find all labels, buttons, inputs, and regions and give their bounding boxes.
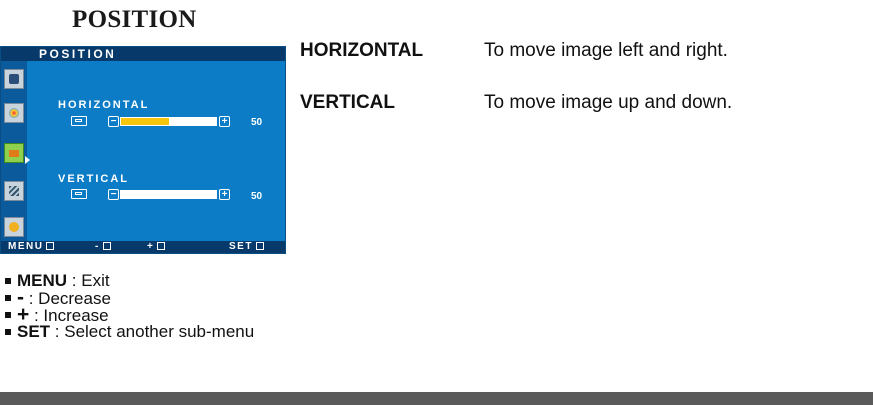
color-icon[interactable]	[4, 103, 24, 123]
footer-minus-button[interactable]: -	[95, 241, 111, 253]
osd-horizontal-label: HORIZONTAL	[58, 99, 150, 111]
legend-key: MENU	[17, 271, 68, 290]
osd-sidebar	[1, 61, 30, 241]
footer-set-label: SET	[229, 241, 253, 252]
decrease-icon[interactable]: −	[108, 189, 119, 200]
bullet-icon	[5, 295, 11, 301]
horizontal-position-icon	[71, 116, 87, 126]
legend-item: + : Increase	[5, 304, 254, 325]
horizontal-slider-fill	[121, 118, 169, 125]
key-legend: MENU : Exit - : Decrease + : Increase SE…	[5, 272, 254, 340]
legend-item: SET : Select another sub-menu	[5, 323, 254, 340]
osd-header: POSITION	[1, 47, 285, 61]
legend-item: MENU : Exit	[5, 272, 254, 289]
tracking-icon[interactable]	[4, 181, 24, 201]
bullet-icon	[5, 278, 11, 284]
vertical-position-icon	[71, 189, 87, 199]
legend-key: SET	[17, 322, 51, 341]
increase-icon[interactable]: +	[219, 189, 230, 200]
bullet-icon	[5, 312, 11, 318]
desc-vertical: To move image up and down.	[484, 92, 733, 113]
osd-footer: MENU - + SET	[1, 241, 285, 253]
legend-text: : Select another sub-menu	[50, 322, 255, 341]
selection-arrow-icon	[25, 156, 30, 164]
footer-plus-button[interactable]: +	[147, 241, 166, 253]
vertical-value: 50	[251, 191, 263, 202]
term-vertical: VERTICAL	[300, 92, 395, 113]
term-horizontal: HORIZONTAL	[300, 40, 424, 61]
page-title: POSITION	[72, 6, 197, 33]
vertical-slider[interactable]	[120, 190, 217, 199]
footer-minus-label: -	[95, 241, 100, 252]
decrease-icon[interactable]: −	[108, 116, 119, 127]
bullet-icon	[5, 329, 11, 335]
legend-text: : Exit	[67, 271, 110, 290]
footer-set-button[interactable]: SET	[229, 241, 264, 253]
picture-icon[interactable]	[4, 69, 24, 89]
osd-panel: POSITION HORIZONTAL − + 50 VERTICAL − + …	[0, 46, 286, 254]
legend-item: - : Decrease	[5, 287, 254, 308]
setup-icon[interactable]	[4, 217, 24, 237]
footer-menu-label: MENU	[8, 241, 44, 252]
page-footer-bar	[0, 392, 873, 405]
increase-icon[interactable]: +	[219, 116, 230, 127]
horizontal-slider[interactable]	[120, 117, 217, 126]
footer-plus-label: +	[147, 241, 155, 252]
desc-horizontal: To move image left and right.	[484, 40, 728, 61]
osd-vertical-label: VERTICAL	[58, 173, 129, 185]
position-icon[interactable]	[4, 143, 24, 163]
vertical-slider-fill	[121, 191, 169, 198]
footer-menu-button[interactable]: MENU	[8, 241, 55, 253]
horizontal-value: 50	[251, 117, 263, 128]
